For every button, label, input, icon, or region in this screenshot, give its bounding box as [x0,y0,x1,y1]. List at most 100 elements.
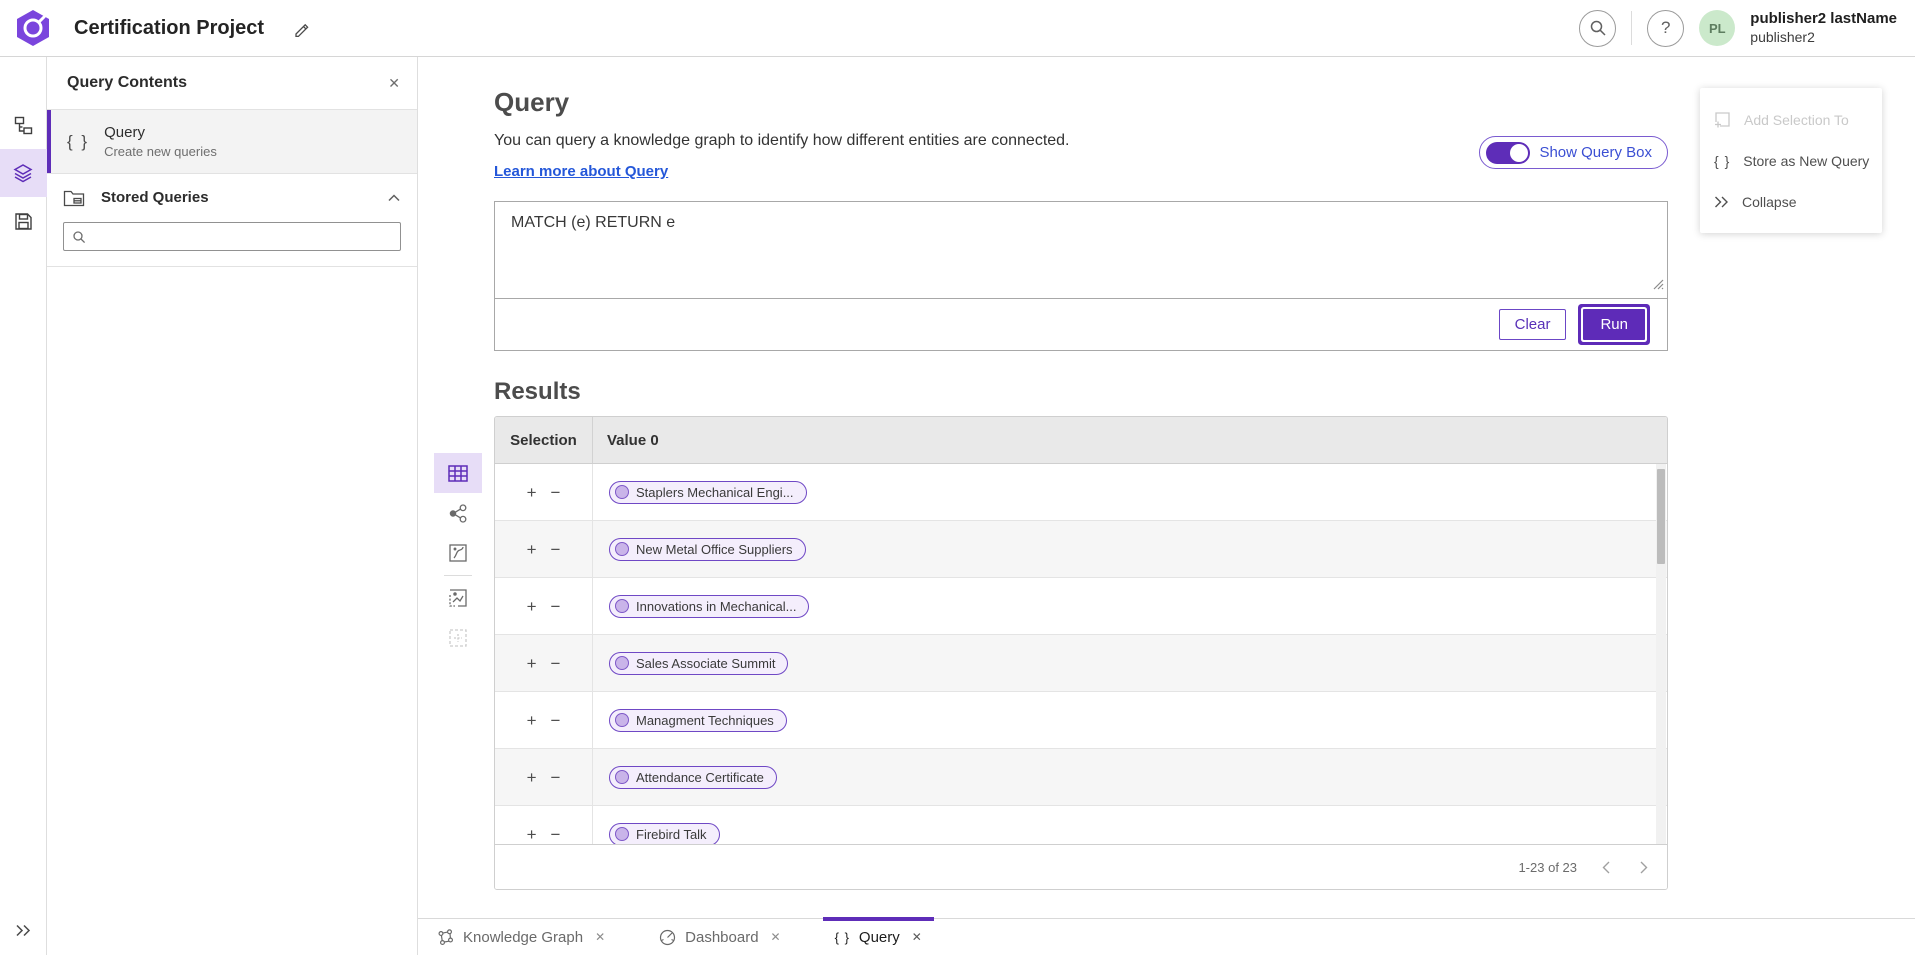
menu-item-store-as-new-query[interactable]: { } Store as New Query [1700,140,1882,181]
resize-handle-icon[interactable] [1653,277,1664,295]
add-to-selection-button[interactable]: + [527,598,537,615]
vertical-scrollbar[interactable] [1656,464,1666,844]
app-logo-icon [14,9,52,47]
remove-from-selection-button[interactable]: − [551,826,561,843]
table-pagination: 1-23 of 23 [495,844,1667,889]
global-search-button[interactable] [1579,10,1616,47]
query-contents-panel: Query Contents ✕ { } Query Create new qu… [47,57,418,955]
search-input[interactable] [93,229,392,244]
query-item-subtitle: Create new queries [104,144,217,159]
add-to-selection-button[interactable]: + [527,484,537,501]
run-button[interactable]: Run [1583,309,1645,340]
remove-from-selection-button[interactable]: − [551,655,561,672]
query-input[interactable]: MATCH (e) RETURN e [495,202,1667,298]
tab-close-icon[interactable]: ✕ [595,930,605,944]
pagination-label: 1-23 of 23 [1518,860,1577,875]
search-icon [72,230,86,244]
next-page-button[interactable] [1635,861,1653,874]
query-actions: Clear Run [495,299,1667,350]
results-heading: Results [494,378,1668,406]
entity-dot-icon [615,713,629,727]
table-header: Selection Value 0 [495,417,1667,464]
rail-item-save[interactable] [0,197,47,245]
tab-query[interactable]: { } Query ✕ [823,919,934,955]
entity-dot-icon [615,827,629,841]
remove-from-selection-button[interactable]: − [551,598,561,615]
query-heading: Query [494,87,1668,118]
save-icon [14,212,33,231]
map-view-button[interactable] [434,533,482,573]
add-to-selection-button[interactable]: + [527,655,537,672]
show-query-box-toggle[interactable]: Show Query Box [1479,136,1668,169]
entity-pill[interactable]: Sales Associate Summit [609,652,788,675]
previous-page-button[interactable] [1597,861,1615,874]
add-to-selection-button[interactable]: + [527,826,537,843]
query-item-title: Query [104,124,217,141]
stored-queries-header[interactable]: Stored Queries [47,174,417,219]
data-model-icon [14,116,33,135]
help-button[interactable]: ? [1647,10,1684,47]
clear-button[interactable]: Clear [1499,309,1567,340]
entity-pill[interactable]: Staplers Mechanical Engi... [609,481,807,504]
entity-pill[interactable]: New Metal Office Suppliers [609,538,806,561]
user-name: publisher2 lastName [1750,10,1897,29]
map-view-icon [449,544,467,562]
menu-item-collapse[interactable]: Collapse [1700,181,1882,222]
folder-icon [63,188,85,207]
contents-layers-icon [13,163,33,183]
topbar-divider [1631,11,1632,45]
chevron-left-icon [1602,861,1610,874]
entity-pill[interactable]: Managment Techniques [609,709,787,732]
expand-panel-button[interactable] [15,924,31,942]
entity-pill[interactable]: Firebird Talk [609,823,720,845]
query-item-text: Query Create new queries [104,124,217,159]
table-row: +− Sales Associate Summit [495,635,1667,692]
remove-from-selection-button[interactable]: − [551,484,561,501]
avatar[interactable]: PL [1699,10,1735,46]
entity-pill[interactable]: Attendance Certificate [609,766,777,789]
double-chevron-right-icon [15,924,31,937]
chevron-up-icon[interactable] [388,194,400,202]
tab-close-icon[interactable]: ✕ [912,930,922,944]
tab-label: Dashboard [685,929,758,946]
rail-item-contents[interactable] [0,149,47,197]
table-row: +− Managment Techniques [495,692,1667,749]
rail-item-data-model[interactable] [0,101,47,149]
left-icon-rail [0,57,47,955]
remove-from-selection-button[interactable]: − [551,541,561,558]
table-body: +− Staplers Mechanical Engi... +− New Me… [495,464,1667,844]
scrollbar-thumb[interactable] [1657,469,1665,564]
table-view-button[interactable] [434,453,482,493]
table-row: +− Innovations in Mechanical... [495,578,1667,635]
add-to-selection-button[interactable]: + [527,769,537,786]
result-view-strip [434,453,482,658]
stored-queries-section: Stored Queries [47,174,417,267]
entity-pill[interactable]: Innovations in Mechanical... [609,595,809,618]
table-row: +− New Metal Office Suppliers [495,521,1667,578]
tab-dashboard[interactable]: Dashboard ✕ [647,919,792,955]
remove-from-selection-button[interactable]: − [551,769,561,786]
add-to-selection-button[interactable]: + [527,712,537,729]
entity-dot-icon [615,485,629,499]
tab-close-icon[interactable]: ✕ [771,930,781,944]
query-description: You can query a knowledge graph to ident… [494,132,1070,150]
entity-dot-icon [615,542,629,556]
link-chart-view-button[interactable] [434,493,482,533]
tab-knowledge-graph[interactable]: Knowledge Graph ✕ [425,919,617,955]
query-box-container: MATCH (e) RETURN e Clear Run [494,201,1668,351]
panel-close-button[interactable]: ✕ [388,75,400,92]
app-window: Certification Project ? PL publisher2 la… [0,0,1915,955]
new-map-view-button[interactable] [434,578,482,618]
panel-title: Query Contents [67,74,187,92]
add-to-selection-button[interactable]: + [527,541,537,558]
edit-title-button[interactable] [292,19,311,38]
learn-more-link[interactable]: Learn more about Query [494,163,668,180]
remove-from-selection-button[interactable]: − [551,712,561,729]
entity-dot-icon [615,656,629,670]
main-area: Query You can query a knowledge graph to… [418,57,1915,955]
page-title: Certification Project [74,17,264,40]
sidebar-item-query[interactable]: { } Query Create new queries [47,110,417,174]
strip-divider [444,575,472,576]
menu-label: Store as New Query [1743,153,1869,169]
layout-view-button [434,618,482,658]
